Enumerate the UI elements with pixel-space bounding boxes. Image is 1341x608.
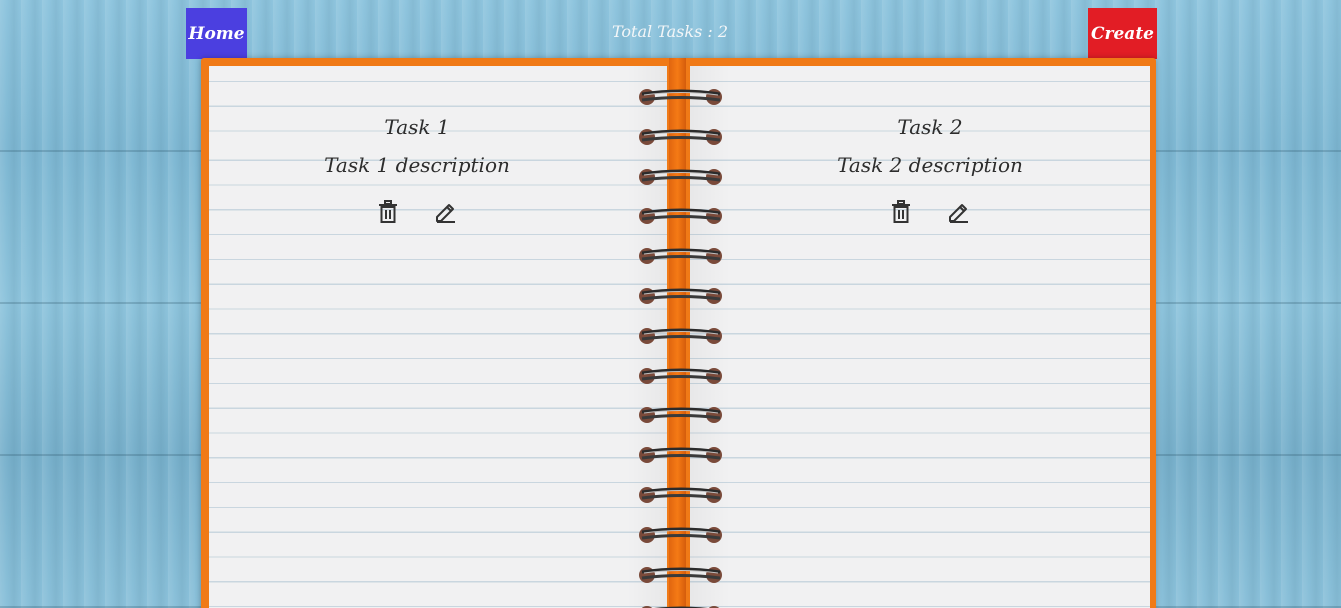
spiral-ring [636,564,726,586]
total-tasks-counter: Total Tasks : 2 [611,22,729,41]
task-description: Task 1 description [324,153,510,177]
spiral-ring [636,484,726,506]
pencil-icon[interactable] [947,200,971,224]
task-card: Task 2 Task 2 description [765,112,1095,224]
task-actions [765,200,1095,224]
spiral-ring [636,285,726,307]
spiral-ring [636,166,726,188]
pencil-icon[interactable] [434,200,458,224]
task-actions [252,200,582,224]
top-bar: Home Total Tasks : 2 Create [0,0,1341,60]
spiral-ring [636,404,726,426]
create-button[interactable]: Create [1088,8,1157,59]
spiral-ring [636,444,726,466]
spiral-ring [636,205,726,227]
spiral-binding [636,86,726,608]
trash-icon[interactable] [889,200,913,224]
spiral-ring [636,245,726,267]
home-button[interactable]: Home [186,8,247,59]
spiral-ring [636,365,726,387]
spiral-ring [636,86,726,108]
task-title: Task 1 [384,115,450,139]
task-title: Task 2 [897,115,963,139]
task-card: Task 1 Task 1 description [252,112,582,224]
trash-icon[interactable] [376,200,400,224]
task-description: Task 2 description [837,153,1023,177]
spiral-ring [636,603,726,608]
spiral-ring [636,524,726,546]
spiral-ring [636,126,726,148]
spiral-ring [636,325,726,347]
